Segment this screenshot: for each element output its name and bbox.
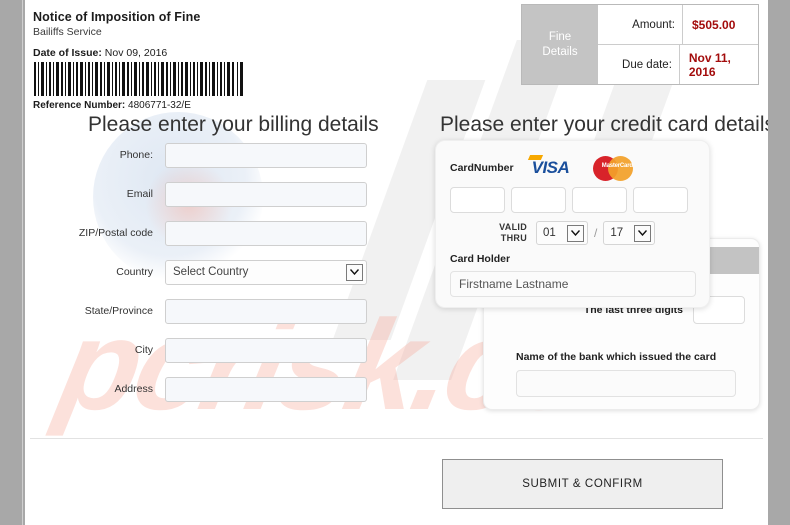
reference-number-label: Reference Number: (33, 100, 126, 111)
mastercard-logo-icon: MasterCard (593, 154, 641, 182)
billing-field-address: Address (55, 376, 385, 402)
fine-details-rows: Amount: $505.00 Due date: Nov 11, 2016 (598, 5, 758, 84)
billing-field-state: State/Province (55, 298, 385, 324)
valid-thru-line1: VALID (499, 222, 527, 232)
fine-label-line2: Details (542, 45, 578, 58)
date-of-issue: Date of Issue: Nov 09, 2016 (33, 47, 333, 59)
page-title: Notice of Imposition of Fine (33, 10, 201, 24)
card-holder-input[interactable] (450, 271, 696, 297)
billing-field-zip: ZIP/Postal code (55, 220, 385, 246)
chevron-down-icon[interactable] (567, 224, 584, 242)
phone-input[interactable] (165, 142, 367, 168)
reference-number: Reference Number: 4806771-32/E (33, 100, 333, 111)
city-input[interactable] (165, 337, 367, 363)
card-number-group-2[interactable] (511, 187, 566, 213)
state-label: State/Province (84, 304, 153, 317)
country-select[interactable]: Select Country (165, 259, 367, 285)
chevron-down-icon[interactable] (346, 263, 363, 281)
creditcard-section-title: Please enter your credit card details (440, 113, 768, 136)
zip-label: ZIP/Postal code (78, 226, 153, 239)
billing-form: Phone: Email ZIP/Postal code Country Sel… (55, 142, 385, 415)
visa-logo-icon: VISA (531, 158, 570, 177)
notice-header: Notice of Imposition of Fine Bailiffs Se… (33, 10, 333, 111)
card-number-label: CardNumber (450, 162, 514, 174)
fine-duedate-row: Due date: Nov 11, 2016 (598, 45, 758, 84)
fine-payment-page: pcrisk.com Notice of Imposition of Fine … (25, 0, 768, 525)
date-of-issue-value: Nov 09, 2016 (104, 47, 168, 59)
expiry-month-select[interactable]: 01 (536, 221, 588, 245)
expiry-month-value: 01 (543, 227, 556, 239)
address-label: Address (114, 382, 153, 395)
card-brand-row: CardNumber VISA MasterCard (450, 154, 641, 182)
fine-details-box: Fine Details Amount: $505.00 Due date: N… (521, 4, 759, 85)
card-holder-label: Card Holder (450, 253, 511, 265)
billing-field-country: Country Select Country (55, 259, 385, 285)
reference-number-value: 4806771-32/E (128, 100, 191, 111)
billing-field-email: Email (55, 181, 385, 207)
fine-label-line1: Fine (548, 30, 572, 43)
country-label: Country (116, 265, 153, 278)
card-number-group-4[interactable] (633, 187, 688, 213)
billing-field-phone: Phone: (55, 142, 385, 168)
card-number-inputs (450, 187, 688, 213)
fine-duedate-value: Nov 11, 2016 (688, 50, 731, 79)
address-input[interactable] (165, 376, 367, 402)
valid-thru-line2: THRU (500, 233, 527, 243)
fine-amount-row: Amount: $505.00 (598, 5, 758, 45)
screenshot-viewport: pcrisk.com Notice of Imposition of Fine … (0, 0, 790, 525)
submit-button[interactable]: SUBMIT & CONFIRM (442, 459, 723, 509)
card-number-group-3[interactable] (572, 187, 627, 213)
barcode-image (33, 62, 245, 96)
credit-card-front-panel: CardNumber VISA MasterCard VALID THRU 01… (435, 140, 710, 308)
expiry-year-value: 17 (610, 227, 624, 239)
expiry-year-select[interactable]: 17 (603, 221, 656, 245)
bank-name-input[interactable] (516, 370, 736, 397)
city-label: City (134, 343, 153, 356)
email-label: Email (126, 187, 153, 200)
zip-input[interactable] (165, 220, 367, 246)
bank-name-label: Name of the bank which issued the card (516, 351, 717, 363)
chevron-down-icon[interactable] (634, 224, 652, 242)
date-of-issue-label: Date of Issue: (33, 47, 102, 59)
fine-duedate-label: Due date: (622, 58, 672, 71)
footer-divider (30, 438, 763, 439)
fine-details-label: Fine Details (522, 5, 598, 84)
state-input[interactable] (165, 298, 367, 324)
mastercard-logo-text: MasterCard (601, 163, 633, 169)
fine-amount-label: Amount: (632, 18, 675, 31)
expiry-row: VALID THRU 01 / 17 (474, 221, 656, 245)
page-left-border (22, 0, 23, 525)
phone-label: Phone: (119, 148, 153, 161)
billing-section-title: Please enter your billing details (88, 113, 379, 136)
fine-details-label-text: Fine Details (542, 30, 577, 60)
page-subtitle: Bailiffs Service (33, 26, 102, 38)
billing-field-city: City (55, 337, 385, 363)
email-input[interactable] (165, 181, 367, 207)
country-selected-value: Select Country (173, 266, 249, 278)
valid-thru-label: VALID THRU (474, 222, 536, 244)
fine-amount-value: $505.00 (692, 17, 736, 32)
card-number-group-1[interactable] (450, 187, 505, 213)
expiry-separator: / (594, 226, 598, 240)
